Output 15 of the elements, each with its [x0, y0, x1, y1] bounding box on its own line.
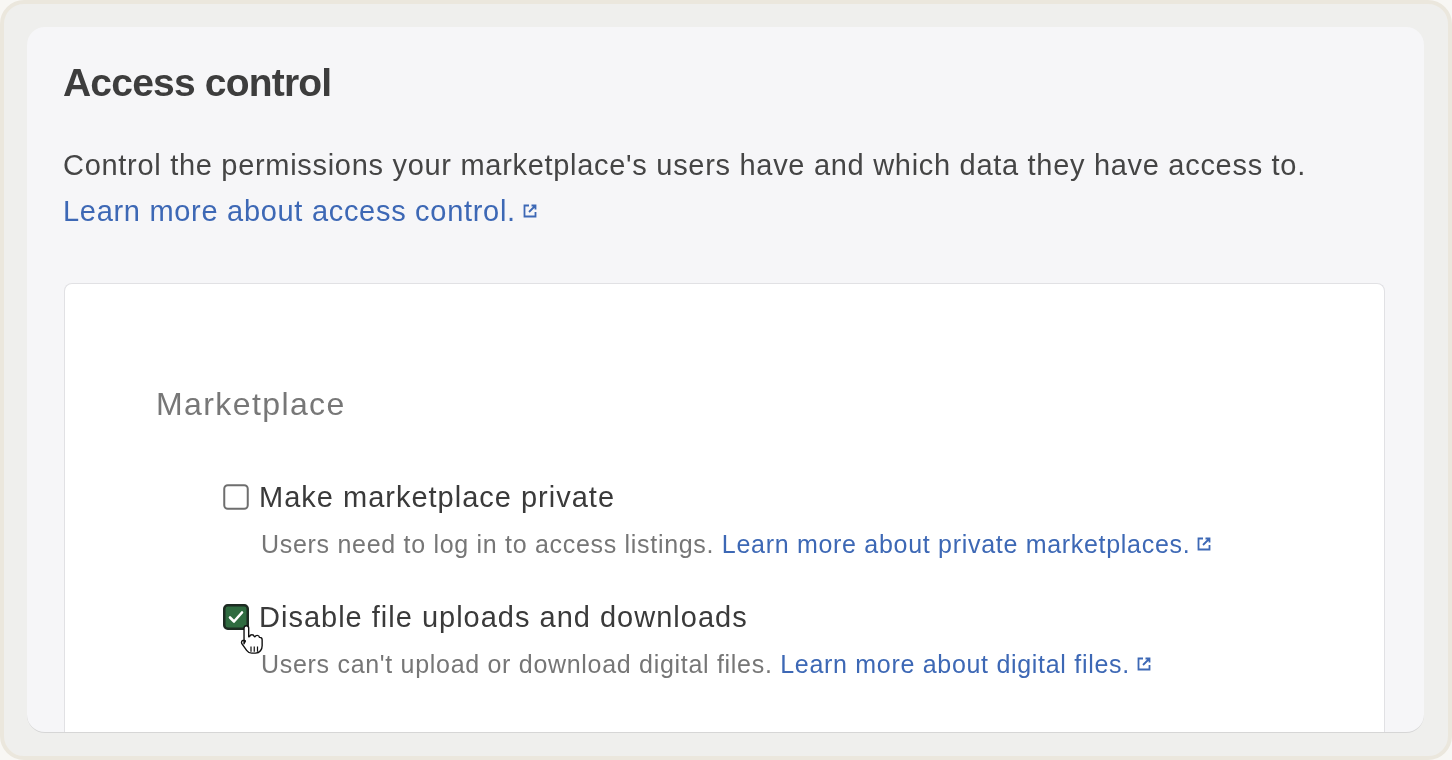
external-link-icon — [522, 204, 537, 219]
checkbox-label: Make marketplace private — [259, 480, 616, 515]
option-description: Users can't upload or download digital files. Learn more about digital files. — [261, 647, 1344, 681]
option-description: Users need to log in to access listings. Learn more about private marketplaces. — [261, 527, 1344, 561]
section-heading: Marketplace — [156, 385, 347, 424]
link[interactable]: Learn more about digital files. — [780, 650, 1151, 678]
checkbox[interactable] — [223, 604, 249, 630]
checkbox[interactable] — [223, 484, 249, 510]
page-description: Control the permissions your marketplace's users have and which data they have access to. Learn more about access control. — [63, 148, 1307, 229]
page-title: Access control — [63, 60, 333, 106]
link[interactable]: Learn more about access control. — [63, 195, 537, 227]
external-link-icon — [1136, 657, 1151, 672]
external-link-icon — [1197, 537, 1212, 552]
link[interactable]: Learn more about private marketplaces. — [721, 530, 1212, 558]
checkbox-label: Disable file uploads and downloads — [259, 600, 748, 635]
